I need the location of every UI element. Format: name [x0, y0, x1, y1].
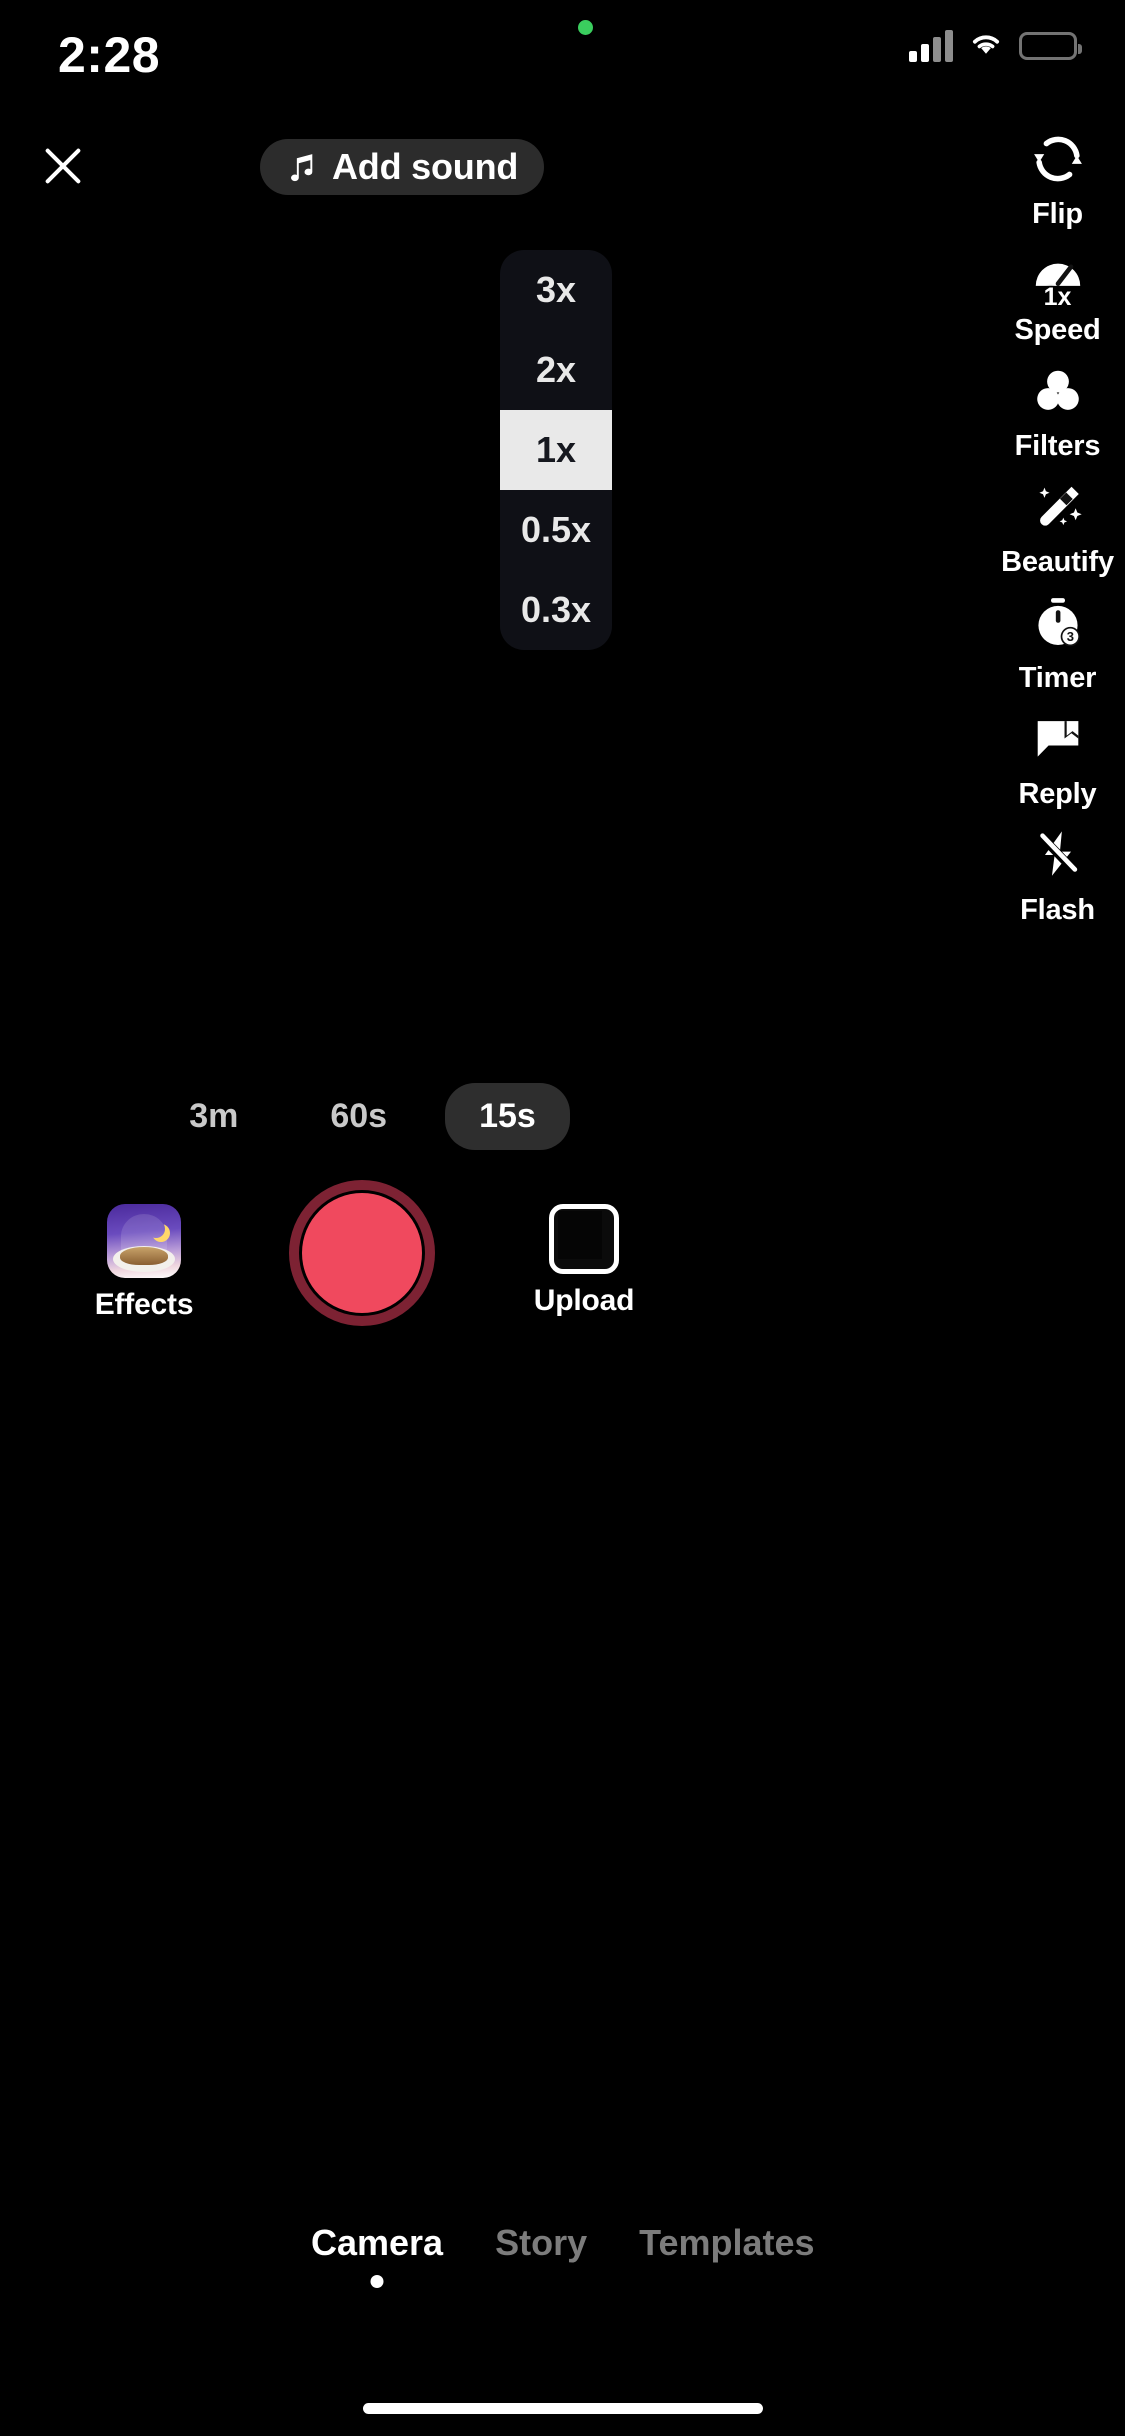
tab-camera[interactable]: Camera	[311, 2222, 444, 2288]
duration-option-15s[interactable]: 15s	[445, 1083, 570, 1150]
sidebar-label-beautify: Beautify	[1001, 546, 1114, 578]
sidebar-item-timer[interactable]: 3 Timer	[990, 592, 1125, 708]
tab-story-label: Story	[495, 2222, 588, 2263]
effects-thumbnail	[107, 1204, 181, 1278]
add-sound-label: Add sound	[332, 146, 519, 187]
sidebar-item-flip[interactable]: Flip	[990, 128, 1125, 244]
speed-badge: 1x	[1043, 283, 1072, 311]
effects-food-shape	[120, 1247, 168, 1265]
cellular-signal-icon	[909, 29, 953, 62]
record-button[interactable]	[289, 1180, 435, 1326]
tab-story[interactable]: Story	[495, 2222, 587, 2264]
tab-templates[interactable]: Templates	[639, 2222, 814, 2264]
camera-tools-sidebar: Flip 1x Speed Filters Beautify 3 Timer R…	[990, 128, 1125, 940]
speed-option-03x[interactable]: 0.3x	[500, 570, 612, 650]
upload-thumbnail	[549, 1204, 619, 1274]
svg-text:3: 3	[1066, 629, 1073, 644]
crescent-moon-icon	[147, 1220, 165, 1238]
magic-wand-icon	[1027, 476, 1089, 538]
status-bar-time: 2:28	[58, 27, 161, 83]
reply-bubble-icon	[1027, 708, 1089, 770]
music-note-icon	[291, 154, 313, 182]
effects-label: Effects	[94, 1288, 194, 1321]
recording-indicator-dot	[578, 20, 593, 35]
filters-icon	[1027, 360, 1089, 422]
duration-selector: 3m 60s 15s	[0, 1083, 725, 1150]
upload-button[interactable]: Upload	[534, 1204, 634, 1318]
sidebar-label-filters: Filters	[1014, 430, 1101, 462]
record-button-core	[302, 1193, 422, 1313]
speed-option-05x[interactable]: 0.5x	[500, 490, 612, 570]
tab-templates-label: Templates	[639, 2222, 815, 2263]
status-bar-icons	[909, 28, 1082, 63]
home-indicator	[362, 2403, 763, 2414]
wifi-icon	[967, 28, 1005, 63]
upload-label: Upload	[533, 1284, 635, 1317]
sidebar-label-speed: Speed	[1014, 314, 1101, 346]
sidebar-item-flash[interactable]: Flash	[990, 824, 1125, 940]
speedometer-icon: 1x	[1027, 244, 1089, 310]
tiktok-camera-screen: 2:28 Add sound 3x 2x 1x 0.5x 0.3x Flip 1…	[0, 0, 1125, 2436]
sidebar-label-reply: Reply	[1018, 778, 1097, 810]
sidebar-label-timer: Timer	[1018, 662, 1097, 694]
upload-thumbnail-inner	[558, 1211, 602, 1259]
battery-full-icon	[1019, 31, 1082, 60]
duration-option-3m[interactable]: 3m	[155, 1083, 272, 1150]
speed-option-1x[interactable]: 1x	[500, 410, 612, 490]
sidebar-label-flash: Flash	[1020, 894, 1095, 926]
close-icon	[45, 148, 81, 184]
sidebar-item-speed[interactable]: 1x Speed	[990, 244, 1125, 360]
close-button[interactable]	[32, 135, 94, 197]
flip-camera-icon	[1027, 128, 1089, 190]
sidebar-item-reply[interactable]: Reply	[990, 708, 1125, 824]
record-button-gap	[299, 1190, 425, 1316]
effects-button[interactable]: Effects	[95, 1204, 194, 1322]
bottom-tab-bar: Camera Story Templates	[0, 2222, 1125, 2312]
speed-option-3x[interactable]: 3x	[500, 250, 612, 330]
sidebar-label-flip: Flip	[1032, 198, 1083, 230]
status-bar: 2:28	[0, 0, 1125, 110]
timer-icon: 3	[1027, 592, 1089, 654]
duration-option-60s[interactable]: 60s	[296, 1083, 421, 1150]
sidebar-item-filters[interactable]: Filters	[990, 360, 1125, 476]
capture-controls: Effects Upload	[0, 1180, 725, 1400]
tab-camera-label: Camera	[311, 2222, 444, 2263]
speed-option-2x[interactable]: 2x	[500, 330, 612, 410]
sidebar-item-beautify[interactable]: Beautify	[990, 476, 1125, 592]
tab-active-dot	[370, 2275, 384, 2288]
speed-selector-panel[interactable]: 3x 2x 1x 0.5x 0.3x	[500, 250, 612, 650]
add-sound-button[interactable]: Add sound	[260, 139, 545, 195]
flash-off-icon	[1027, 824, 1089, 886]
